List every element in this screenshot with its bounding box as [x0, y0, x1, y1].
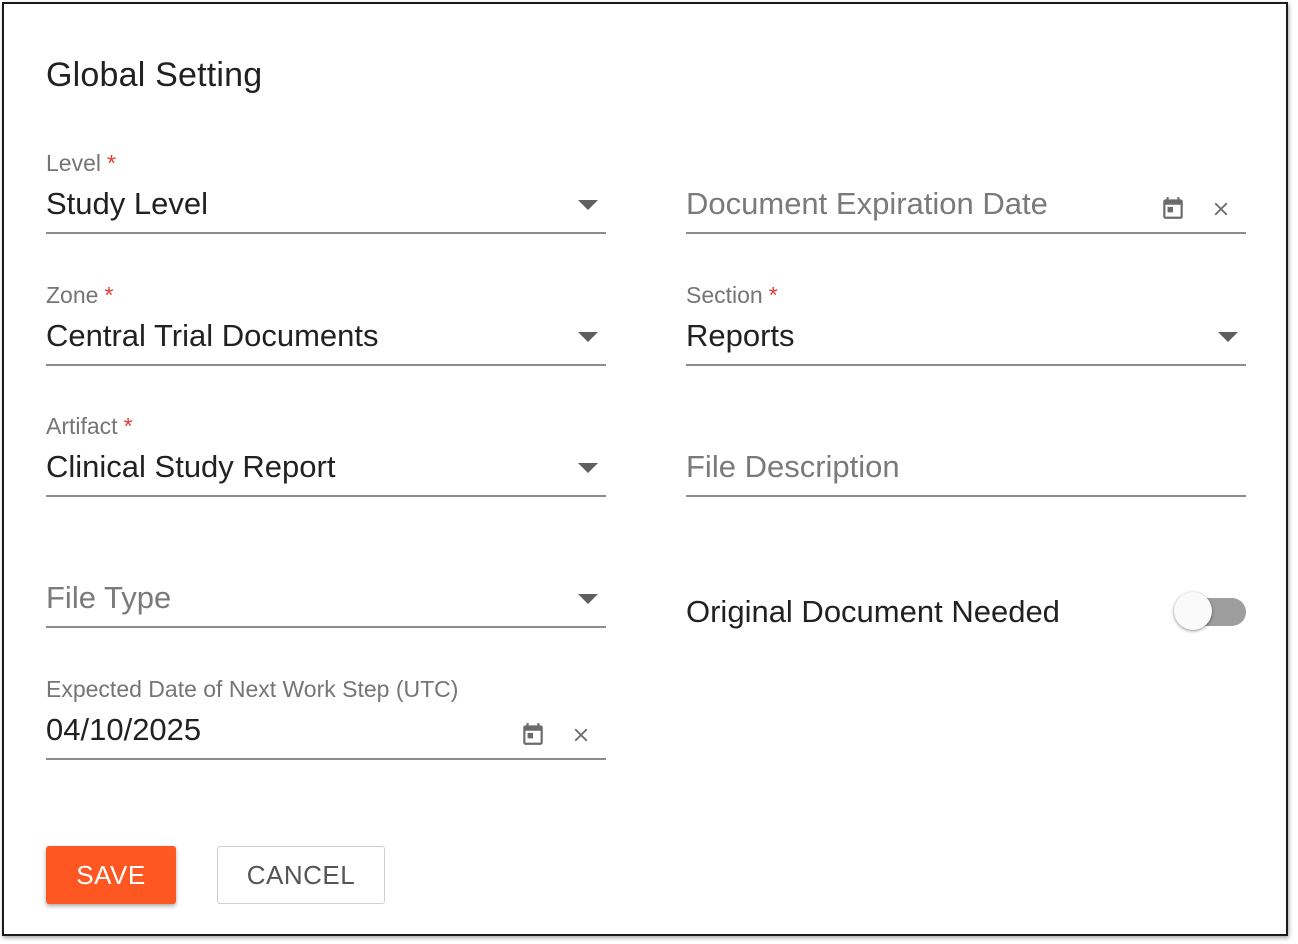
caret-down-icon[interactable]	[578, 332, 598, 342]
original-document-needed-toggle[interactable]	[1174, 592, 1246, 630]
required-marker: *	[106, 150, 116, 176]
cancel-button[interactable]: CANCEL	[217, 846, 385, 904]
artifact-label: Artifact *	[46, 413, 133, 439]
section-label: Section *	[686, 282, 778, 308]
calendar-icon[interactable]	[1160, 194, 1186, 222]
original-document-needed-row: Original Document Needed	[686, 582, 1246, 642]
required-marker: *	[123, 413, 133, 439]
expiration-date-underline	[686, 232, 1246, 234]
next-work-step-date-underline	[46, 758, 606, 760]
caret-down-icon[interactable]	[578, 594, 598, 604]
toggle-thumb[interactable]	[1174, 592, 1212, 630]
level-underline	[46, 232, 606, 234]
expiration-date-placeholder: Document Expiration Date	[686, 186, 1048, 221]
next-work-step-date-label: Expected Date of Next Work Step (UTC)	[46, 676, 459, 702]
section-underline	[686, 364, 1246, 366]
artifact-value: Clinical Study Report	[46, 449, 336, 484]
file-description-underline	[686, 495, 1246, 497]
global-setting-dialog: Global Setting Level * Study Level Docume…	[2, 2, 1288, 936]
caret-down-icon[interactable]	[578, 463, 598, 473]
level-label: Level *	[46, 150, 116, 176]
calendar-icon[interactable]	[520, 720, 546, 748]
section-select[interactable]: Section * Reports	[686, 282, 1246, 378]
artifact-select[interactable]: Artifact * Clinical Study Report	[46, 413, 606, 509]
expiration-date-field[interactable]: Document Expiration Date	[686, 150, 1246, 246]
save-button[interactable]: SAVE	[46, 846, 176, 904]
close-icon[interactable]	[570, 724, 592, 746]
file-type-select[interactable]: File Type	[46, 544, 606, 640]
original-document-needed-label: Original Document Needed	[686, 594, 1060, 629]
next-work-step-date-field[interactable]: Expected Date of Next Work Step (UTC) 04…	[46, 676, 606, 772]
dialog-title: Global Setting	[46, 56, 263, 94]
file-type-placeholder: File Type	[46, 580, 172, 615]
section-value: Reports	[686, 318, 795, 353]
zone-underline	[46, 364, 606, 366]
level-select[interactable]: Level * Study Level	[46, 150, 606, 246]
file-description-input[interactable]: File Description	[686, 413, 1246, 509]
caret-down-icon[interactable]	[1218, 332, 1238, 342]
file-type-underline	[46, 626, 606, 628]
zone-select[interactable]: Zone * Central Trial Documents	[46, 282, 606, 378]
file-description-placeholder: File Description	[686, 449, 900, 484]
required-marker: *	[768, 282, 778, 308]
required-marker: *	[104, 282, 114, 308]
close-icon[interactable]	[1210, 198, 1232, 220]
caret-down-icon[interactable]	[578, 200, 598, 210]
zone-value: Central Trial Documents	[46, 318, 379, 353]
zone-label: Zone *	[46, 282, 114, 308]
artifact-underline	[46, 495, 606, 497]
next-work-step-date-value: 04/10/2025	[46, 712, 202, 747]
level-value: Study Level	[46, 186, 208, 221]
